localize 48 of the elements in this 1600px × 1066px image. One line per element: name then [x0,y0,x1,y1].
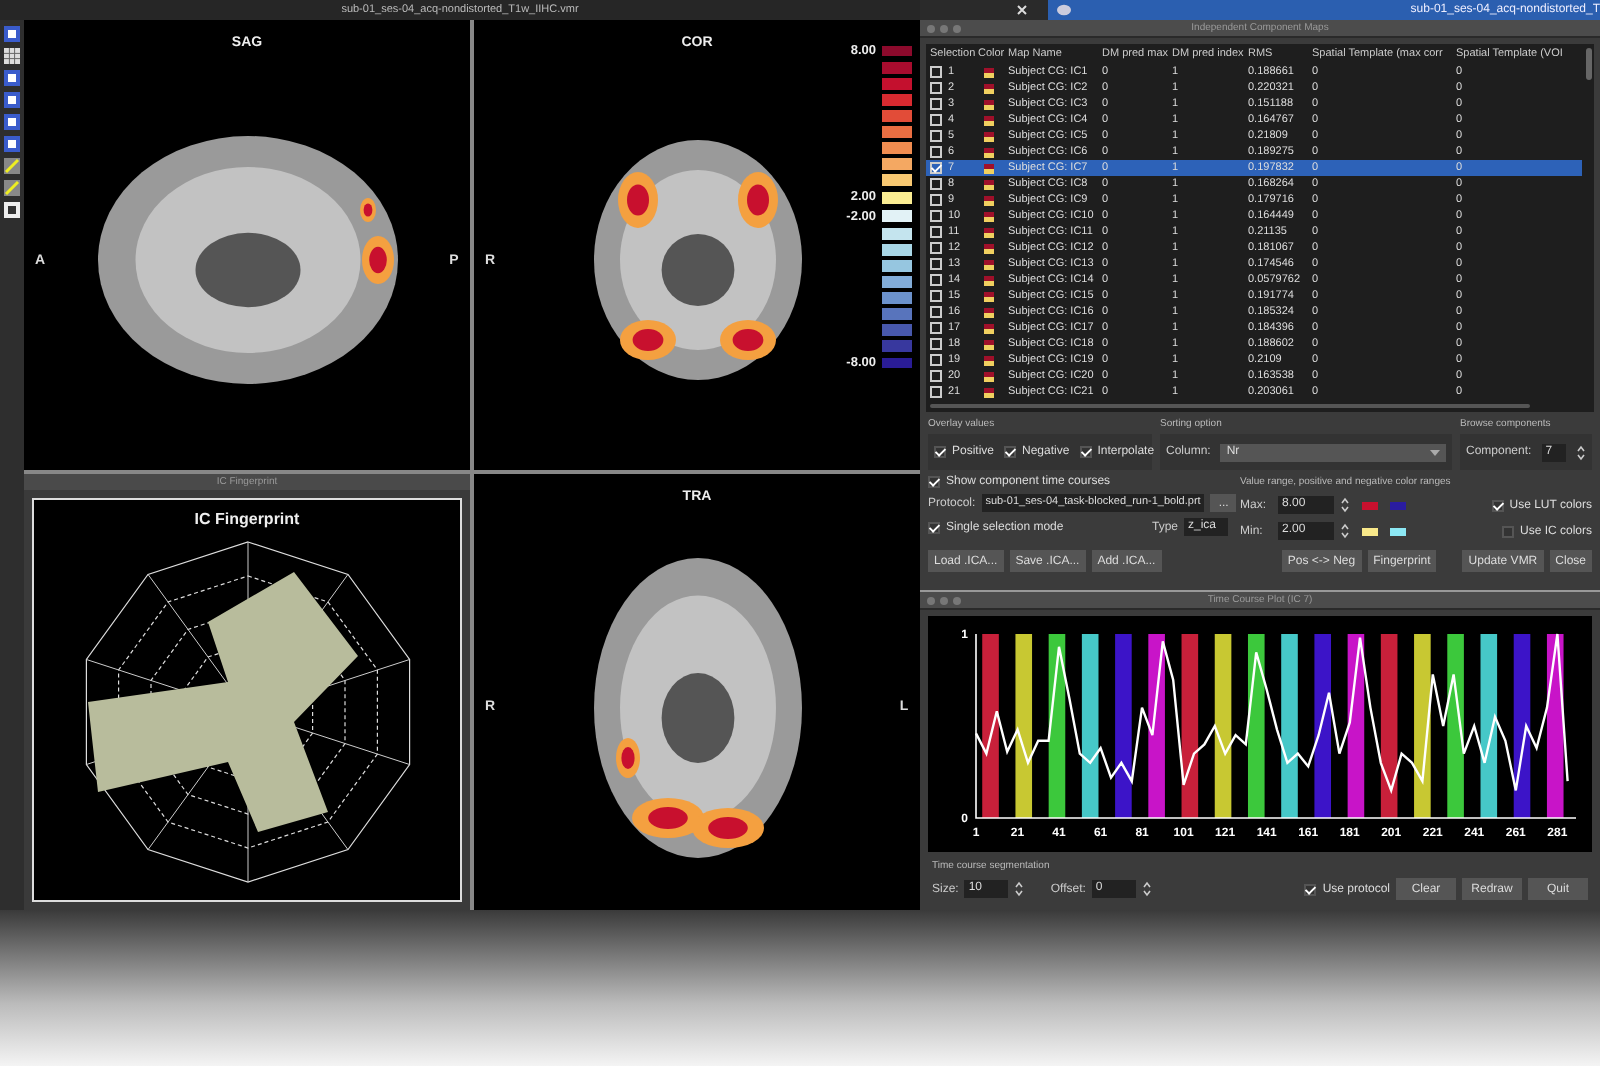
color-swatch-icon [984,163,994,173]
color-swatch-icon [984,179,994,189]
layout-icon[interactable] [4,202,20,218]
color-swatch-icon [984,115,994,125]
spinner-arrows-icon[interactable] [1014,880,1025,898]
color-swatch[interactable] [1390,501,1406,509]
color-swatch-icon [984,227,994,237]
grid-icon[interactable] [4,48,20,64]
color-swatch-icon [984,323,994,333]
color-swatch-icon [984,387,994,397]
spinner-arrows-icon[interactable] [1340,496,1350,514]
color-swatch-icon [984,99,994,109]
color-swatch-icon [984,83,994,93]
color-swatch-icon [984,259,994,269]
scrollbar[interactable] [1586,48,1592,80]
color-swatch-icon [984,275,994,285]
color-swatch-icon [984,67,994,77]
color-swatch-icon [984,131,994,141]
color-swatch-icon [984,211,994,221]
scrollbar[interactable] [930,403,1530,408]
color-swatch-icon [984,291,994,301]
color-swatch-icon [984,355,994,365]
spinner-arrows-icon[interactable] [1576,443,1586,461]
checkbox[interactable] [1079,446,1092,458]
color-swatch-icon [984,243,994,253]
spinner-arrows-icon[interactable] [1141,880,1152,898]
caret-icon [1430,449,1440,455]
color-swatch-icon [984,339,994,349]
color-swatch-icon [984,371,994,381]
checkbox[interactable] [1004,446,1017,458]
color-swatch[interactable] [1362,527,1378,535]
close-icon[interactable] [1016,4,1028,16]
checkbox[interactable] [1501,525,1514,537]
checkbox[interactable] [934,446,946,458]
checkbox[interactable] [1491,499,1504,511]
checkbox[interactable] [1304,883,1317,895]
color-swatch-icon [984,147,994,157]
layout-icon[interactable] [4,26,20,42]
color-swatch[interactable] [1390,527,1406,535]
color-swatch[interactable] [1362,501,1378,509]
pencil-icon[interactable] [4,180,20,196]
pencil-icon[interactable] [4,158,20,174]
chart-title: IC Fingerprint [194,510,300,528]
spinner-arrows-icon[interactable] [1340,522,1350,540]
checkbox[interactable] [928,521,940,533]
color-swatch-icon [984,195,994,205]
color-swatch-icon [984,307,994,317]
checkbox[interactable] [928,476,940,488]
